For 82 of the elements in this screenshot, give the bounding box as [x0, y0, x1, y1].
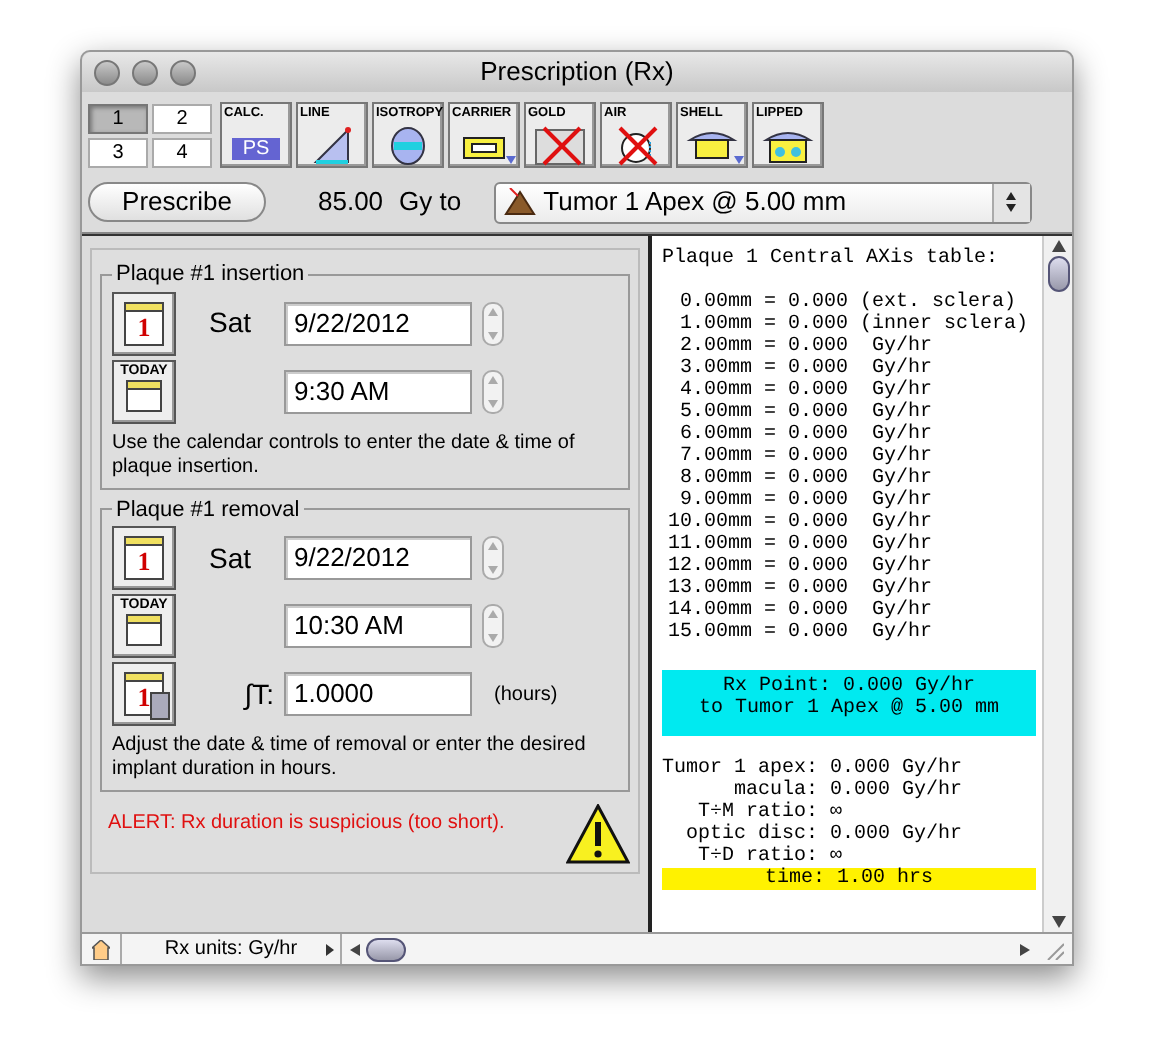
scroll-thumb[interactable]: [1047, 256, 1069, 292]
time-field[interactable]: 10:30 AM: [284, 604, 472, 648]
date-field[interactable]: 9/22/2012: [284, 301, 472, 345]
axis-table-row-text: 1.00mm = 0.000 (inner sclera): [678, 314, 1031, 336]
axis-table-row-text: 9.00mm = 0.000 Gy/hr: [678, 490, 935, 512]
stepper[interactable]: [482, 301, 504, 345]
stepper-up-icon[interactable]: [488, 375, 498, 383]
axis-table-row-text: 6.00mm = 0.000 Gy/hr: [678, 424, 935, 446]
axis-table-row-text: 7.00mm = 0.000 Gy/hr: [678, 446, 935, 468]
weekday-label: Sat: [206, 539, 253, 577]
duration-label: ∫T:: [241, 675, 274, 714]
scroll-down-icon[interactable]: [1051, 916, 1065, 928]
removal-hint: Adjust the date & time of removal or enter the desired implant duration in hours.: [112, 734, 588, 782]
warning-icon: [566, 804, 630, 864]
scroll-left-icon[interactable]: [350, 943, 360, 955]
vertical-scrollbar[interactable]: [1042, 236, 1072, 932]
axis-table-row-text: 12.00mm = 0.000 Gy/hr: [666, 556, 935, 578]
window-control-button[interactable]: [170, 59, 196, 85]
time-field[interactable]: 9:30 AM: [284, 369, 472, 413]
weekday-label: Sat: [206, 304, 253, 342]
axis-table-row-text: 3.00mm = 0.000 Gy/hr: [678, 358, 935, 380]
select-arrows-icon: [991, 183, 1030, 221]
house-icon: [92, 939, 110, 959]
menu-arrow-icon: [326, 943, 334, 955]
stepper[interactable]: [482, 536, 504, 580]
calculator-calendar-button[interactable]: 1: [112, 662, 176, 726]
dropdown-triangle-icon: [734, 156, 744, 164]
axis-table-row-text: 5.00mm = 0.000 Gy/hr: [678, 402, 935, 424]
summary-line: Tumor 1 apex: 0.000 Gy/hr: [662, 758, 965, 780]
stepper-up-icon[interactable]: [488, 610, 498, 618]
axis-table-row-text: 8.00mm = 0.000 Gy/hr: [678, 468, 935, 490]
window-title: Prescription (Rx): [478, 54, 676, 90]
dropdown-triangle-icon: [506, 156, 516, 164]
layout-tab[interactable]: 1: [88, 103, 148, 133]
table-title: Plaque 1 Central AXis table:: [662, 248, 1001, 270]
axis-table-row-text: 2.00mm = 0.000 Gy/hr: [678, 336, 935, 358]
rx-point-panel: Rx Point: 0.000 Gy/hr to Tumor 1 Apex @ 5.00 mm: [662, 670, 1036, 736]
stepper-up-icon[interactable]: [488, 307, 498, 315]
axis-table-row-text: 4.00mm = 0.000 Gy/hr: [678, 380, 935, 402]
axis-table-row-text: 10.00mm = 0.000 Gy/hr: [666, 512, 935, 534]
window-control-button[interactable]: [94, 59, 120, 85]
resize-grip-icon[interactable]: [1044, 939, 1064, 959]
axis-table-row-text: 11.00mm = 0.000 Gy/hr: [666, 534, 935, 556]
time-bar: time: 1.00 hrs: [662, 868, 1036, 890]
duration-unit: (hours): [494, 681, 558, 709]
stepper[interactable]: [482, 604, 504, 648]
stepper-down-icon[interactable]: [488, 634, 498, 642]
scroll-up-icon[interactable]: [1051, 240, 1065, 252]
calendar-button[interactable]: 1: [112, 526, 176, 590]
stepper-down-icon[interactable]: [488, 399, 498, 407]
window-control-button[interactable]: [132, 59, 158, 85]
duration-field[interactable]: 1.0000: [284, 672, 472, 716]
calculator-icon: [150, 692, 170, 720]
stepper-down-icon[interactable]: [488, 331, 498, 339]
date-field[interactable]: 9/22/2012: [284, 536, 472, 580]
summary-line: T÷D ratio: ∞: [696, 846, 845, 868]
summary-line: T÷M ratio: ∞: [698, 802, 845, 824]
alert-message: ALERT: Rx duration is suspicious (too short).: [108, 810, 505, 838]
target-select[interactable]: Tumor 1 Apex @ 5.00 mm: [493, 181, 1032, 223]
calendar-button[interactable]: 1: [112, 291, 176, 355]
summary-line: macula: 0.000 Gy/hr: [732, 780, 965, 802]
layout-tab[interactable]: 4: [152, 137, 212, 167]
insertion-hint: Use the calendar controls to enter the date & time of plaque insertion.: [112, 431, 577, 479]
tumor-icon: [503, 188, 536, 216]
axis-table-row-text: 0.00mm = 0.000 (ext. sclera): [678, 292, 1017, 314]
axis-table-row-text: 13.00mm = 0.000 Gy/hr: [666, 578, 935, 600]
layout-tab[interactable]: 2: [152, 103, 212, 133]
ps-label: PS: [232, 138, 280, 160]
stepper[interactable]: [482, 369, 504, 413]
insertion-legend: Plaque #1 insertion: [112, 258, 309, 291]
prescribe-button[interactable]: Prescribe: [88, 182, 266, 222]
stepper-up-icon[interactable]: [488, 542, 498, 550]
dose-unit: Gy to: [399, 184, 462, 221]
removal-legend: Plaque #1 removal: [112, 493, 304, 526]
scroll-right-icon[interactable]: [1020, 943, 1030, 955]
summary-line: optic disc: 0.000 Gy/hr: [684, 824, 965, 846]
layout-tab[interactable]: 3: [88, 137, 148, 167]
dose-value: 85.00: [318, 184, 384, 221]
stepper-down-icon[interactable]: [488, 566, 498, 574]
axis-table-row-text: 15.00mm = 0.000 Gy/hr: [666, 622, 935, 644]
axis-table-row-text: 14.00mm = 0.000 Gy/hr: [666, 600, 935, 622]
scroll-thumb[interactable]: [366, 937, 406, 961]
